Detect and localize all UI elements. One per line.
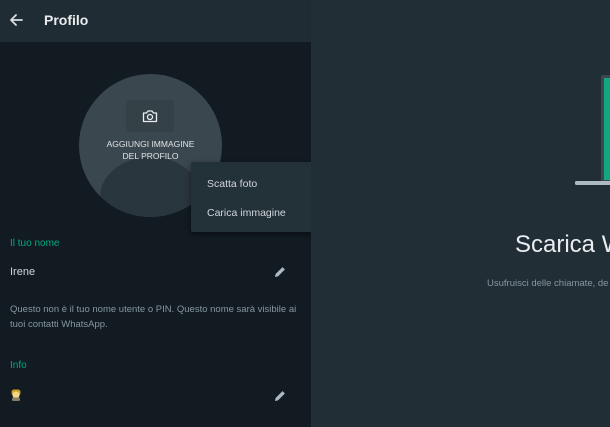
add-photo-label: AGGIUNGI IMMAGINE DEL PROFILO bbox=[106, 139, 195, 161]
name-section-label: Il tuo nome bbox=[10, 238, 60, 249]
emoji-icon bbox=[11, 389, 21, 401]
info-section-label: Info bbox=[10, 360, 27, 371]
name-value: Irene bbox=[10, 266, 36, 278]
page-title: Profilo bbox=[44, 12, 89, 28]
photo-options-menu: Scatta foto Carica immagine bbox=[191, 162, 326, 232]
intro-panel: Scarica W Usufruisci delle chiamate, de bbox=[311, 0, 610, 427]
camera-icon-wrap bbox=[126, 100, 174, 132]
profile-header: Profilo bbox=[0, 0, 311, 42]
name-description: Questo non è il tuo nome utente o PIN. Q… bbox=[10, 304, 297, 330]
laptop-illustration bbox=[575, 75, 610, 185]
intro-subtitle: Usufruisci delle chiamate, de bbox=[487, 278, 609, 289]
back-button[interactable] bbox=[6, 10, 26, 30]
menu-item-take-photo[interactable]: Scatta foto bbox=[207, 178, 257, 190]
avatar-silhouette bbox=[100, 157, 201, 217]
camera-icon bbox=[142, 110, 158, 123]
pencil-icon[interactable] bbox=[273, 265, 287, 279]
intro-title: Scarica W bbox=[515, 231, 610, 258]
menu-item-upload-image[interactable]: Carica immagine bbox=[207, 207, 286, 219]
pencil-icon[interactable] bbox=[273, 389, 287, 403]
arrow-left-icon bbox=[10, 14, 23, 26]
